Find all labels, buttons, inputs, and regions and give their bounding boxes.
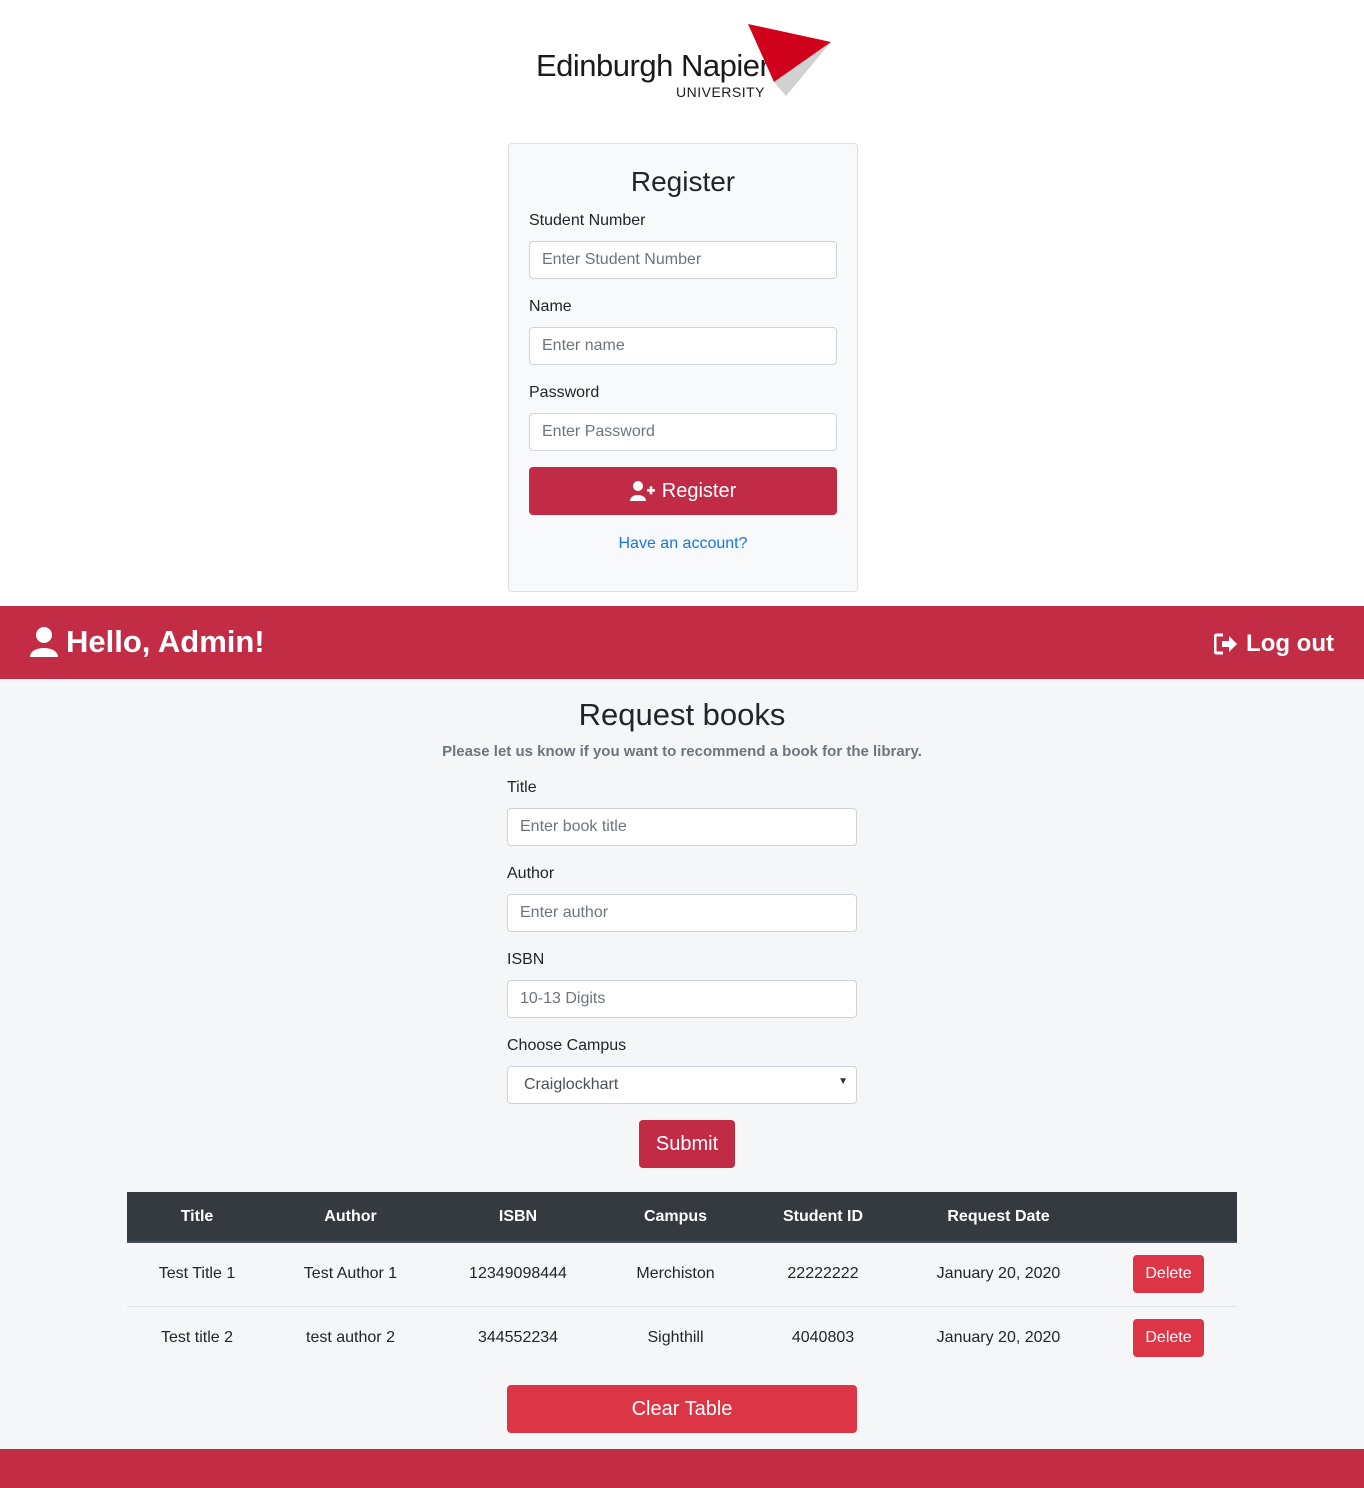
request-subtitle: Please let us know if you want to recomm… (442, 743, 922, 760)
clear-table-button[interactable]: Clear Table (507, 1385, 857, 1433)
register-section: Edinburgh Napier UNIVERSITY Register Stu… (0, 0, 1364, 606)
register-card: Register Student Number Name Password Re… (508, 143, 858, 592)
student-number-label: Student Number (529, 212, 646, 229)
name-input[interactable] (529, 327, 837, 365)
register-title: Register (630, 166, 736, 197)
header-student-id: Student ID (749, 1192, 897, 1243)
cell-request-date: January 20, 2020 (936, 1329, 1061, 1347)
greeting: Hello, Admin! (30, 624, 265, 660)
delete-button[interactable]: Delete (1133, 1319, 1204, 1358)
footer-bar (0, 1449, 1364, 1488)
cell-student-id: 4040803 (791, 1329, 855, 1347)
password-input[interactable] (529, 413, 837, 451)
header-isbn: ISBN (434, 1192, 602, 1243)
cell-request-date: January 20, 2020 (897, 1242, 1100, 1307)
student-number-input[interactable] (529, 241, 837, 279)
isbn-input[interactable] (507, 980, 857, 1018)
cell-campus: Merchiston (602, 1242, 749, 1307)
cell-title: Test Title 1 (127, 1242, 267, 1307)
logo-name: Edinburgh Napier (536, 48, 770, 83)
cell-actions: Delete (1100, 1306, 1237, 1370)
isbn-label: ISBN (507, 951, 545, 968)
header-request-date: Request Date (897, 1192, 1100, 1243)
sign-out-icon (1214, 633, 1238, 655)
cell-isbn: 344552234 (477, 1329, 559, 1347)
cell-author: Test Author 1 (267, 1242, 434, 1307)
chevron-down-icon: ▼ (838, 1076, 848, 1087)
user-icon (30, 627, 58, 657)
register-button-label: Register (661, 479, 737, 502)
cell-actions: Delete (1100, 1242, 1237, 1307)
request-books-section: Request books Please let us know if you … (0, 679, 1364, 1449)
logo-flag-icon (748, 24, 831, 96)
campus-label: Choose Campus (507, 1037, 627, 1054)
header-title: Title (127, 1192, 267, 1243)
greeting-text: Hello, Admin! (66, 624, 265, 659)
request-title: Request books (578, 697, 786, 732)
register-button[interactable]: Register (529, 467, 837, 515)
logout-link[interactable]: Log out (1214, 630, 1334, 658)
header-campus: Campus (602, 1192, 749, 1243)
password-label: Password (529, 384, 600, 401)
cell-author: test author 2 (306, 1329, 395, 1347)
table-row: Test title 2 test author 2 344552234 Sig… (127, 1306, 1237, 1370)
have-account-link[interactable]: Have an account? (509, 535, 857, 553)
author-input[interactable] (507, 894, 857, 932)
cell-isbn: 12349098444 (434, 1242, 602, 1307)
table-header-row: Title Author ISBN Campus Student ID Requ… (127, 1192, 1237, 1243)
header-actions (1100, 1192, 1237, 1243)
campus-selected-value: Craiglockhart (524, 1076, 619, 1093)
author-label: Author (507, 865, 555, 882)
cell-student-id: 22222222 (749, 1242, 897, 1307)
submit-button[interactable]: Submit (639, 1120, 735, 1168)
cell-campus: Sighthill (647, 1329, 704, 1347)
header-author: Author (267, 1192, 434, 1243)
admin-navbar: Hello, Admin! Log out (0, 606, 1364, 679)
book-title-input[interactable] (507, 808, 857, 846)
logout-label: Log out (1246, 630, 1334, 657)
cell-title: Test title 2 (160, 1329, 234, 1347)
campus-select[interactable]: Craiglockhart ▼ (507, 1066, 857, 1104)
table-row: Test Title 1 Test Author 1 12349098444 M… (127, 1242, 1237, 1307)
user-plus-icon (629, 481, 655, 501)
name-label: Name (529, 298, 572, 315)
requests-table: Title Author ISBN Campus Student ID Requ… (127, 1192, 1237, 1370)
book-title-label: Title (507, 779, 537, 796)
university-logo: Edinburgh Napier UNIVERSITY (536, 24, 836, 102)
delete-button[interactable]: Delete (1133, 1255, 1204, 1294)
